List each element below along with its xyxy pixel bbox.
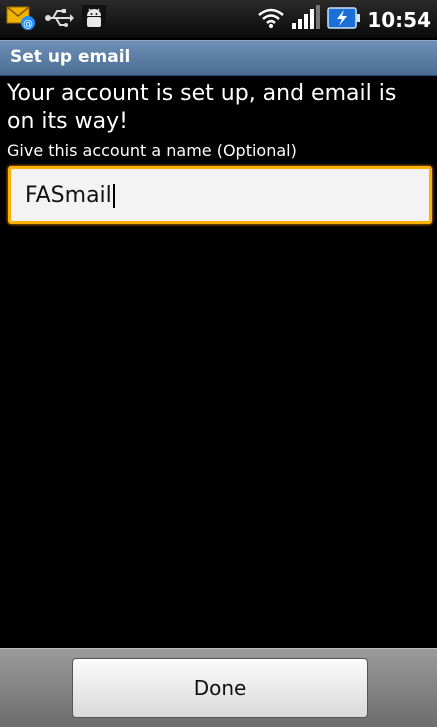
screen-title: Set up email (10, 47, 131, 67)
status-bar: @ 10:54 (0, 0, 437, 38)
bottom-button-bar: Done (0, 648, 437, 727)
wifi-icon (257, 6, 285, 34)
android-debug-icon (82, 5, 106, 35)
account-name-input[interactable]: FASmail (8, 166, 432, 224)
system-icons: 10:54 (257, 5, 431, 35)
done-button[interactable]: Done (72, 658, 368, 718)
account-name-text: FASmail (25, 183, 112, 208)
account-name-value: FASmail (25, 183, 115, 209)
email-notification-icon: @ (6, 5, 36, 35)
text-cursor (112, 184, 115, 208)
notification-icons: @ (6, 5, 106, 35)
clock: 10:54 (367, 8, 431, 32)
setup-complete-message: Your account is set up, and email is on … (7, 81, 397, 134)
signal-icon (291, 5, 321, 35)
account-name-label: Give this account a name (Optional) (7, 141, 297, 160)
title-bar: Set up email (0, 40, 437, 76)
svg-text:@: @ (23, 19, 33, 30)
battery-charging-icon (327, 6, 361, 34)
screen: @ 10:54 Set up email Your account is set… (0, 0, 437, 727)
usb-icon (44, 6, 74, 34)
